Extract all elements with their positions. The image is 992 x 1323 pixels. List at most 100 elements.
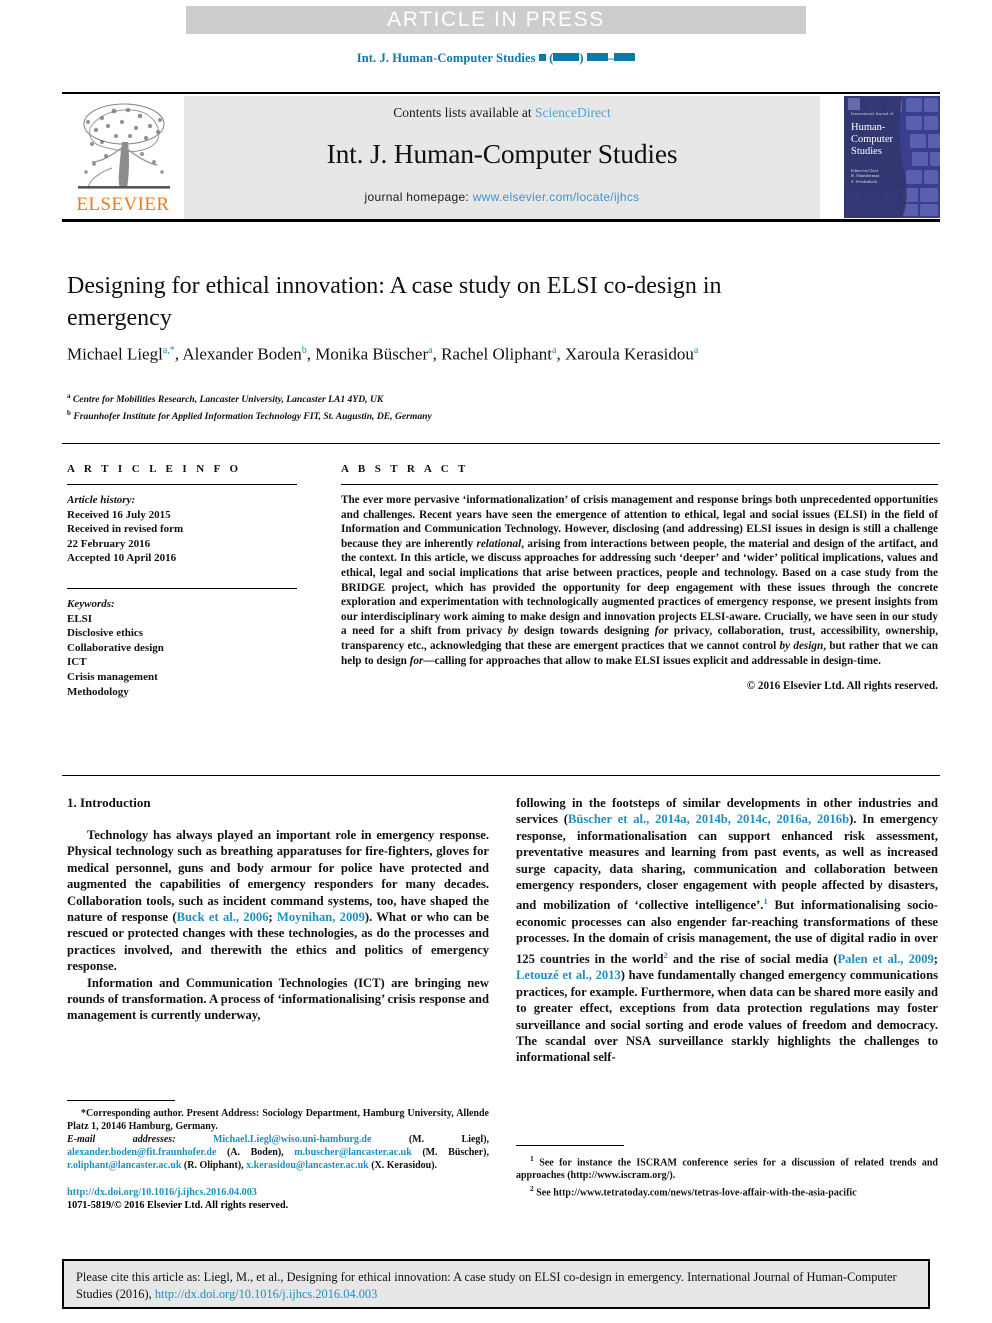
body-left-column: 1. Introduction Technology has always pl… [67,795,489,1024]
abstract-copyright: © 2016 Elsevier Ltd. All rights reserved… [746,680,938,693]
email-link[interactable]: m.buscher@lancaster.ac.uk [294,1147,412,1158]
article-info-rule [67,484,297,485]
keyword-item: Crisis management [67,670,158,683]
body-paragraph: Information and Communication Technologi… [67,975,489,1023]
author-name: Michael Liegl [67,344,163,364]
elsevier-logo: ELSEVIER [64,96,182,219]
keyword-item: ICT [67,656,87,669]
abstract-seg: , arising from interactions between peop… [341,537,938,638]
doi-link[interactable]: http://dx.doi.org/10.1016/j.ijhcs.2016.0… [67,1186,489,1199]
author-name: Alexander Boden [182,344,302,364]
author-affil-mark: a [693,345,699,356]
email-owner: (R. Oliphant), [181,1160,247,1171]
body-right-column: following in the footsteps of similar de… [516,795,938,1066]
keywords-label: Keywords: [67,597,115,610]
cover-title-line1: Human- [851,122,886,133]
sciencedirect-link[interactable]: ScienceDirect [535,105,611,120]
masthead-top-rule [62,92,940,94]
citation-link[interactable]: Moynihan, 2009 [277,910,365,924]
doi-block: http://dx.doi.org/10.1016/j.ijhcs.2016.0… [67,1186,489,1212]
running-head-redaction: () – [538,51,636,65]
footnote-1: 1 See for instance the ISCRAM conference… [516,1152,938,1182]
email-addresses-note: E-mail addresses: Michael.Liegl@wiso.uni… [67,1133,489,1172]
affiliation-mark: a [67,392,71,400]
keyword-item: ELSI [67,612,93,625]
footnote-1-content: 1 See for instance the ISCRAM conference… [516,1152,938,1182]
abstract-seg: design towards designing [518,625,655,638]
journal-masthead: ELSEVIER Contents lists available at Sci… [62,92,940,222]
masthead-bottom-rule [62,219,940,222]
article-history-item: Received 16 July 2015 [67,508,171,521]
keywords-block: Keywords: ELSI Disclosive ethics Collabo… [67,597,297,699]
corresponding-author-text: *Corresponding author. Present Address: … [67,1108,489,1132]
citation-link[interactable]: Buck et al., 2006 [177,910,269,924]
redaction-block-page-start [586,53,608,61]
abstract-bottom-rule [62,775,940,776]
affiliation-list: a Centre for Mobilities Research, Lancas… [67,390,827,424]
body-paragraph: following in the footsteps of similar de… [516,795,938,1066]
journal-homepage-link[interactable]: www.elsevier.com/locate/ijhcs [473,190,640,204]
email-link[interactable]: alexander.boden@fit.fraunhofer.de [67,1147,216,1158]
article-info-heading: A R T I C L E I N F O [67,463,242,475]
info-section-top-rule [62,443,940,444]
affiliation-text: Centre for Mobilities Research, Lancaste… [72,394,384,406]
abstract-italic: for [654,625,669,638]
citation-link[interactable]: Letouzé et al., 2013 [516,968,621,982]
please-cite-box: Please cite this article as: Liegl, M., … [62,1259,930,1309]
cover-superline: International Journal of [851,111,894,116]
email-link[interactable]: x.kerasidou@lancaster.ac.uk [246,1160,369,1171]
citation-link[interactable]: , 2016b [808,812,849,826]
email-owner: (M. Büscher), [411,1147,489,1158]
citation-link[interactable]: Büscher et al., 2014a [568,812,687,826]
cover-title-line2: Computer [851,134,893,145]
footnote-separator-rule [516,1145,624,1146]
author-affil-mark: a [552,345,557,356]
affiliation-text: Fraunhofer Institute for Applied Informa… [73,410,432,422]
citation-link[interactable]: , 2016a [768,812,808,826]
article-in-press-label: ARTICLE IN PRESS [387,8,605,31]
email-link[interactable]: r.oliphant@lancaster.ac.uk [67,1160,181,1171]
footnote-2: 2 See http://www.tetratoday.com/news/tet… [516,1182,938,1199]
affiliation-item: b Fraunhofer Institute for Applied Infor… [67,407,827,424]
redaction-block-volume [538,54,546,61]
contents-lists-line: Contents lists available at ScienceDirec… [393,105,610,121]
footnote-separator-rule [67,1100,175,1101]
article-history-item: 22 February 2016 [67,537,151,550]
footnote-2-text: See http://www.tetratoday.com/news/tetra… [533,1187,857,1199]
masthead-center-panel: Contents lists available at ScienceDirec… [184,96,820,219]
paragraph-seg: ). In emergency response, informationali… [516,812,938,913]
please-cite-doi-link[interactable]: http://dx.doi.org/10.1016/j.ijhcs.2016.0… [155,1287,377,1301]
keyword-item: Disclosive ethics [67,627,144,640]
abstract-column: A B S T R A C T The ever more pervasive … [341,463,938,692]
citation-link[interactable]: , 2014b [687,812,728,826]
cover-editors: Editor-in-Chief B. Shneiderman S. Wieden… [851,168,880,184]
abstract-rule [341,484,938,485]
abstract-italic: by design [779,639,824,652]
citation-link[interactable]: Palen et al., 2009 [837,952,933,966]
paragraph-seg: ) have fundamentally changed emergency c… [516,968,938,1065]
email-link[interactable]: Michael.Liegl@wiso.uni-hamburg.de [213,1134,371,1145]
redaction-block-page-end [614,53,636,61]
elsevier-tree-icon [78,103,170,190]
citation-link[interactable]: , 2014c [728,812,768,826]
author-affil-mark: b [301,345,307,356]
elsevier-wordmark: ELSEVIER [76,194,170,215]
affiliation-item: a Centre for Mobilities Research, Lancas… [67,390,827,407]
running-head: Int. J. Human-Computer Studies () – [0,51,992,66]
email-owner: (X. Kerasidou). [368,1160,438,1171]
please-cite-text: Please cite this article as: Liegl, M., … [76,1269,918,1302]
journal-homepage-line: journal homepage: www.elsevier.com/locat… [365,190,640,204]
author-affil-mark: a [428,345,433,356]
right-footnote-block: 1 See for instance the ISCRAM conference… [516,1145,938,1200]
corresponding-author-note: *Corresponding author. Present Address: … [67,1107,489,1133]
body-paragraph: Technology has always played an importan… [67,827,489,975]
author-name: Monika Büscher [315,344,429,364]
article-in-press-banner: ARTICLE IN PRESS [186,6,806,34]
issn-copyright-line: 1071-5819/© 2016 Elsevier Ltd. All right… [67,1200,289,1211]
affiliation-mark: b [67,408,71,417]
abstract-italic: relational [476,537,522,550]
paragraph-seg: ; [933,952,938,967]
contents-lists-prefix: Contents lists available at [393,105,535,120]
abstract-text: The ever more pervasive ‘informationaliz… [341,493,938,668]
abstract-heading: A B S T R A C T [341,463,469,475]
